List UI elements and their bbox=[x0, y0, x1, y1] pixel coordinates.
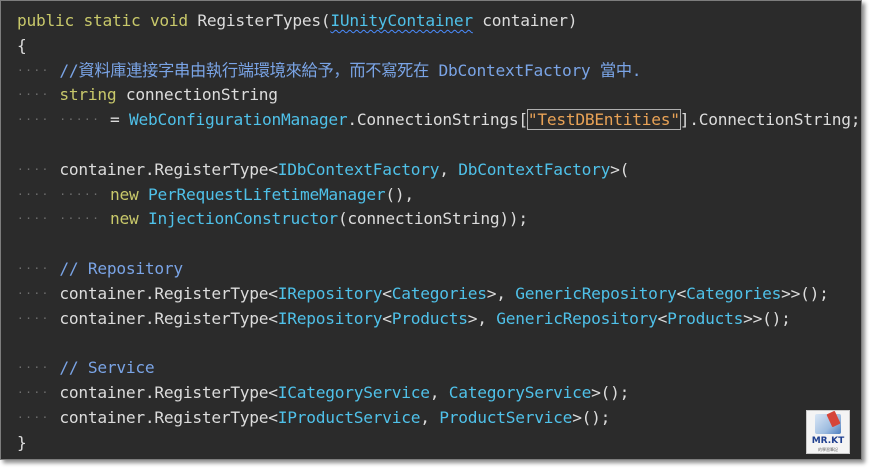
code-type: Categories bbox=[686, 283, 782, 303]
code-text: >(); bbox=[591, 382, 630, 402]
code-type: Categories bbox=[391, 283, 487, 303]
logo-tagline: 的學習筆記 bbox=[818, 447, 838, 452]
code-type: IRepository bbox=[277, 283, 383, 303]
indent-guide: ···· bbox=[17, 286, 50, 300]
code-text: container.RegisterType< bbox=[59, 308, 278, 328]
code-text: .ConnectionStrings[ bbox=[347, 110, 528, 130]
code-text: >, bbox=[467, 308, 497, 328]
code-comment: // Service bbox=[59, 358, 155, 378]
indent-guide: ···· bbox=[17, 88, 50, 102]
code-line: } bbox=[17, 431, 860, 456]
code-line: { bbox=[17, 34, 860, 59]
mrkt-logo: MR.KT 的學習筆記 bbox=[806, 410, 850, 454]
code-text: (), bbox=[385, 184, 414, 204]
code-type: ProductService bbox=[439, 407, 573, 427]
code-line: ···· string connectionString bbox=[17, 83, 860, 108]
code-text: >( bbox=[610, 159, 630, 179]
code-line: ···· container.RegisterType<ICategorySer… bbox=[17, 381, 860, 406]
code-type: GenericRepository bbox=[515, 283, 677, 303]
indent-guide: ···· bbox=[17, 361, 50, 375]
code-text: , bbox=[429, 382, 449, 402]
code-type: IRepository bbox=[277, 308, 383, 328]
code-type: WebConfigurationManager bbox=[129, 110, 348, 130]
code-text: >>(); bbox=[743, 308, 791, 328]
code-type: Products bbox=[667, 308, 744, 328]
code-type: IUnityContainer bbox=[330, 11, 473, 30]
code-keyword: public static void bbox=[17, 11, 188, 30]
indent-guide: ···· bbox=[17, 63, 50, 77]
code-type: IProductService bbox=[277, 407, 421, 427]
code-type: DbContextFactory bbox=[458, 159, 611, 179]
code-text: RegisterTypes( bbox=[187, 11, 331, 30]
indent-guide: ···· bbox=[17, 162, 50, 176]
code-line: ···· container.RegisterType<IRepository<… bbox=[17, 282, 860, 307]
code-text: < bbox=[382, 283, 392, 303]
code-line: ···· ····· new InjectionConstructor(conn… bbox=[17, 207, 860, 232]
indent-guide: ····· bbox=[59, 113, 101, 127]
code-text: >(); bbox=[572, 407, 611, 427]
code-line: public static void RegisterTypes(IUnityC… bbox=[17, 9, 860, 34]
code-type: IDbContextFactory bbox=[277, 159, 440, 179]
code-line: ···· container.RegisterType<IRepository<… bbox=[17, 307, 860, 332]
code-keyword: new bbox=[110, 184, 139, 204]
indent-guide: ···· bbox=[17, 410, 50, 424]
code-keyword: string bbox=[59, 85, 117, 105]
code-text: < bbox=[657, 308, 668, 328]
code-text: container.RegisterType< bbox=[59, 159, 278, 179]
code-text: , bbox=[420, 407, 440, 427]
code-type: GenericRepository bbox=[496, 308, 658, 328]
code-line: ···· // Service bbox=[17, 356, 860, 381]
code-comment: // Repository bbox=[59, 258, 183, 278]
code-type: InjectionConstructor bbox=[148, 209, 338, 229]
code-text: < bbox=[382, 308, 392, 328]
code-text: connectionString bbox=[116, 85, 278, 105]
code-text: ].ConnectionString; bbox=[679, 110, 861, 130]
indent-guide: ···· bbox=[17, 311, 50, 325]
notebook-icon bbox=[815, 414, 841, 434]
code-block: public static void RegisterTypes(IUnityC… bbox=[17, 9, 860, 455]
code-text: container) bbox=[472, 11, 578, 30]
code-text: container.RegisterType< bbox=[59, 382, 278, 402]
code-line: ···· container.RegisterType<IDbContextFa… bbox=[17, 158, 860, 183]
indent-guide: ···· bbox=[17, 113, 50, 127]
indent-guide: ····· bbox=[59, 212, 101, 226]
code-line: ···· //資料庫連接字串由執行端環境來給予，而不寫死在 DbContextF… bbox=[17, 59, 860, 84]
code-text: } bbox=[17, 432, 27, 452]
code-text: >>(); bbox=[781, 283, 829, 303]
code-editor-screenshot: public static void RegisterTypes(IUnityC… bbox=[0, 0, 862, 460]
code-type: ICategoryService bbox=[277, 382, 430, 402]
code-text: container.RegisterType< bbox=[59, 407, 278, 427]
code-string: "TestDBEntities" bbox=[526, 109, 681, 131]
code-comment: //資料庫連接字串由執行端環境來給予，而不寫死在 DbContextFactor… bbox=[59, 60, 642, 80]
code-text: >, bbox=[486, 283, 516, 303]
code-line: ···· container.RegisterType<IProductServ… bbox=[17, 406, 860, 431]
code-text: { bbox=[17, 35, 27, 55]
code-line: ···· ····· = WebConfigurationManager.Con… bbox=[17, 108, 860, 133]
code-keyword: new bbox=[110, 209, 139, 229]
indent-guide: ···· bbox=[17, 386, 50, 400]
code-line: ···· // Repository bbox=[17, 257, 860, 282]
indent-guide: ····· bbox=[59, 187, 101, 201]
code-type: PerRequestLifetimeManager bbox=[148, 184, 386, 204]
indent-guide: ···· bbox=[17, 187, 50, 201]
logo-name: MR.KT bbox=[811, 436, 845, 446]
indent-guide: ···· bbox=[17, 262, 50, 276]
code-type: Products bbox=[391, 308, 468, 328]
code-text: , bbox=[439, 159, 459, 179]
code-type: CategoryService bbox=[448, 382, 592, 402]
code-text: container.RegisterType< bbox=[59, 283, 278, 303]
code-text: = bbox=[110, 110, 130, 130]
code-text: < bbox=[676, 283, 687, 303]
indent-guide: ···· bbox=[17, 212, 50, 226]
code-line: ···· ····· new PerRequestLifetimeManager… bbox=[17, 183, 860, 208]
code-text: (connectionString)); bbox=[337, 209, 528, 229]
